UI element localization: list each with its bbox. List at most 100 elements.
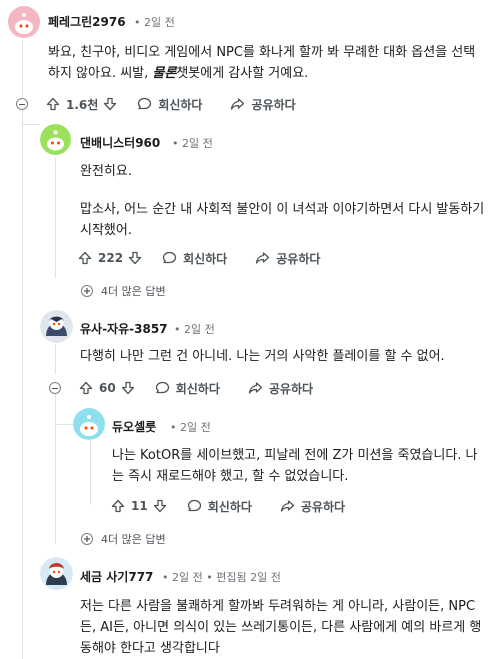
comment-actions: 1.6천 회신하다 공유하다 (46, 93, 296, 115)
reply-button[interactable]: 회신하다 (155, 380, 220, 397)
downvote-button[interactable] (121, 381, 135, 395)
downvote-arrow-icon (121, 381, 134, 395)
comment-time: • 2일 전 (134, 14, 175, 30)
collapse-thread-button[interactable] (49, 382, 61, 394)
comment-body: 봐요, 친구야, 비디오 게임에서 NPC를 화나게 할까 봐 무례한 대화 옵… (48, 45, 476, 81)
avatar[interactable] (40, 557, 73, 590)
separator-dot: • (206, 571, 213, 584)
comment-bubble-icon (187, 499, 201, 512)
comment-actions: 222 회신하다 공유하다 (78, 247, 320, 269)
separator-dot: • (134, 16, 141, 29)
reply-label: 회신하다 (183, 251, 228, 266)
comment-time: • 2일 전 (170, 419, 211, 435)
comment-author[interactable]: 세금 사기777 (80, 568, 153, 585)
comment-author[interactable]: 유사-자유-3857 (80, 320, 168, 337)
downvote-button[interactable] (128, 251, 142, 265)
thread-line-reply2b (55, 394, 56, 544)
reply-label: 회신하다 (207, 499, 252, 514)
upvote-arrow-icon (46, 97, 60, 111)
comment-body: 나는 KotOR를 세이브했고, 피날레 전에 Z가 미션을 죽였습니다. 나는… (112, 448, 478, 484)
downvote-arrow-icon (128, 251, 142, 265)
downvote-button[interactable] (153, 499, 167, 513)
snoo-avatar-icon (40, 557, 73, 590)
vote-count: 11 (131, 499, 148, 513)
share-button[interactable]: 공유하다 (248, 380, 313, 397)
upvote-arrow-icon (79, 381, 93, 395)
time-label: 2일 전 (182, 137, 213, 150)
comment-body: 저는 다른 사람을 불쾌하게 할까봐 두려워하는 게 아니라, 사람이든, NP… (80, 599, 482, 656)
share-arrow-icon (231, 98, 245, 110)
reply-button[interactable]: 회신하다 (162, 250, 227, 267)
comment-body: 다행히 나만 그런 건 아니네. 나는 거의 사악한 플레이를 할 수 없어. (80, 349, 445, 364)
avatar[interactable] (40, 124, 71, 155)
comment-time: • 2일 전 • 편집됨 2일 전 (162, 569, 281, 585)
reply-label: 회신하다 (175, 381, 220, 396)
collapse-thread-button[interactable] (16, 98, 28, 110)
comment-time: • 2일 전 (174, 321, 215, 337)
vote-count: 60 (99, 381, 116, 395)
snoo-avatar-icon (73, 408, 105, 440)
thread-line-main (22, 40, 23, 102)
comment-actions: 11 회신하다 공유하다 (111, 495, 345, 517)
thread-line-reply2 (55, 344, 56, 374)
comment-author[interactable]: 댄배니스터960 (80, 134, 160, 151)
more-replies-button[interactable]: 4더 많은 답변 (81, 531, 166, 547)
share-button[interactable]: 공유하다 (230, 96, 296, 113)
upvote-button[interactable] (111, 499, 125, 513)
comment-author[interactable]: 페레그린2976 (48, 13, 126, 30)
share-arrow-icon (248, 382, 263, 394)
upvote-arrow-icon (111, 499, 125, 513)
reply-button[interactable]: 회신하다 (137, 96, 202, 113)
more-replies-label: 4더 많은 답변 (101, 285, 166, 298)
edited-label: 편집됨 2일 전 (216, 571, 281, 584)
avatar[interactable] (73, 408, 105, 440)
share-arrow-icon (256, 252, 270, 264)
thread-connector (55, 424, 73, 425)
time-label: 2일 전 (180, 421, 211, 434)
plus-icon (81, 285, 93, 297)
snoo-avatar-icon (40, 310, 73, 343)
downvote-arrow-icon (104, 97, 117, 111)
comment-actions: 60 회신하다 공유하다 (79, 377, 313, 399)
separator-dot: • (174, 323, 181, 336)
separator-dot: • (162, 571, 169, 584)
share-arrow-icon (280, 500, 295, 512)
comment-time: • 2일 전 (172, 135, 213, 151)
upvote-button[interactable] (79, 381, 93, 395)
thread-connector (22, 124, 40, 125)
comment-body: 완전히요. 맙소사, 어느 순간 내 사회적 불안이 이 녀석과 이야기하면서 … (80, 164, 485, 238)
reply-label: 회신하다 (158, 97, 203, 112)
thread-line-reply1 (55, 158, 56, 278)
share-label: 공유하다 (268, 381, 314, 396)
thread-line-reply3 (90, 440, 91, 505)
vote-count: 222 (98, 251, 124, 265)
share-label: 공유하다 (251, 97, 296, 112)
upvote-arrow-icon (78, 251, 92, 265)
more-replies-button[interactable]: 4더 많은 답변 (81, 283, 166, 299)
share-label: 공유하다 (276, 251, 321, 266)
separator-dot: • (172, 137, 179, 150)
comment-bubble-icon (138, 97, 152, 110)
upvote-button[interactable] (46, 97, 60, 111)
share-label: 공유하다 (300, 499, 346, 514)
comment-bubble-icon (162, 251, 177, 264)
reply-button[interactable]: 회신하다 (187, 498, 252, 515)
vote-count: 1.6천 (66, 97, 99, 112)
avatar[interactable] (40, 310, 73, 343)
plus-icon (81, 533, 93, 545)
snoo-avatar-icon (40, 124, 71, 155)
snoo-avatar-icon (8, 6, 40, 38)
comment-author[interactable]: 듀오셀룻 (112, 418, 156, 435)
more-replies-label: 4더 많은 답변 (101, 533, 166, 546)
upvote-button[interactable] (78, 251, 92, 265)
thread-line-main-2 (22, 110, 23, 659)
share-button[interactable]: 공유하다 (280, 498, 345, 515)
avatar[interactable] (8, 6, 40, 38)
time-label: 2일 전 (144, 16, 175, 29)
downvote-button[interactable] (103, 97, 117, 111)
comment-bubble-icon (155, 381, 169, 394)
share-button[interactable]: 공유하다 (255, 250, 320, 267)
time-label: 2일 전 (172, 571, 203, 584)
time-label: 2일 전 (184, 323, 215, 336)
downvote-arrow-icon (153, 499, 166, 513)
